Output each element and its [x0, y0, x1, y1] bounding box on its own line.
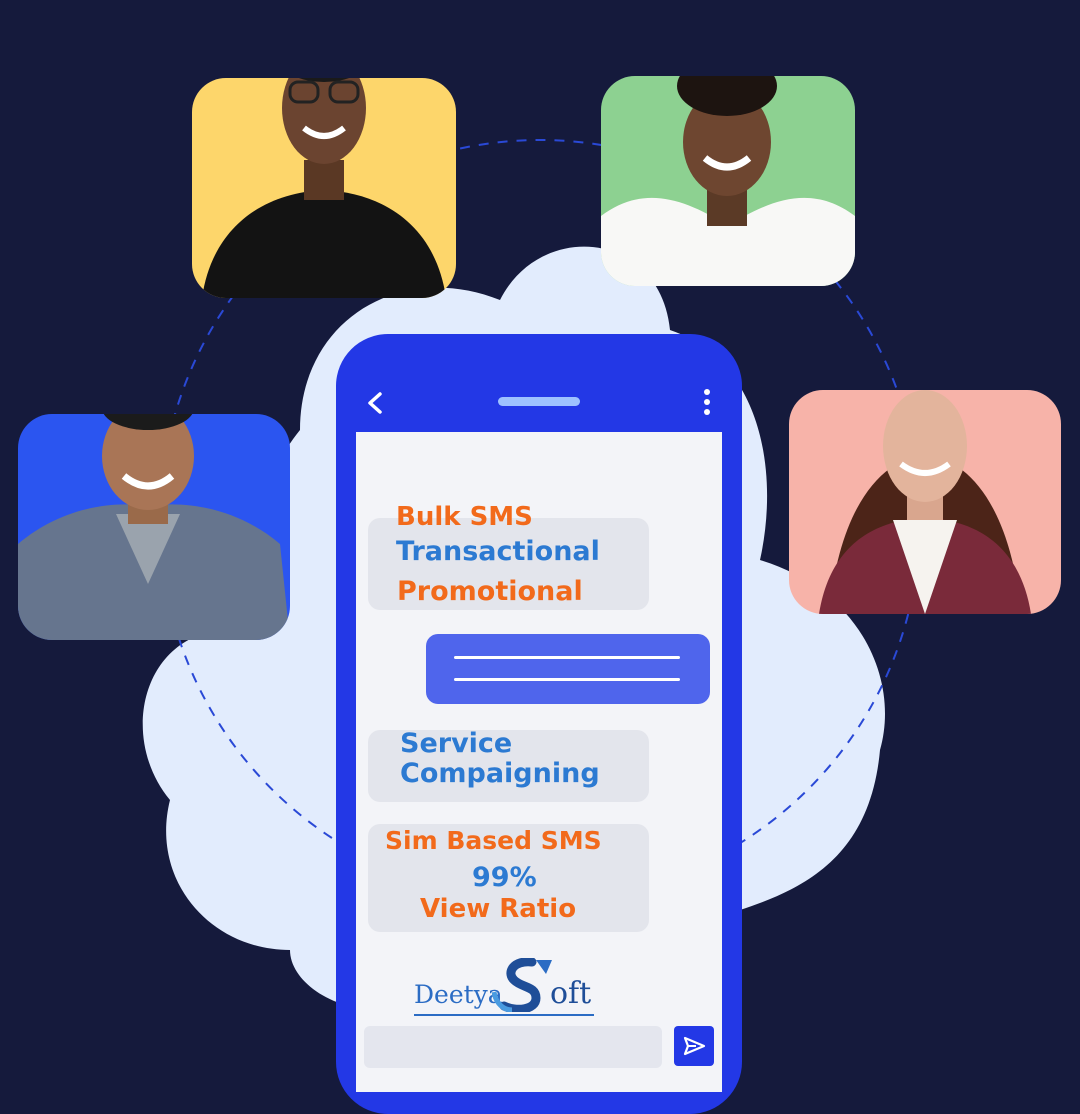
send-button[interactable] [674, 1026, 714, 1066]
avatar-man-glasses [192, 78, 456, 298]
phone-speaker [498, 397, 580, 406]
message-text-compaigning: Compaigning [400, 758, 600, 789]
back-arrow-icon[interactable] [362, 388, 390, 418]
logo-underline [414, 1014, 594, 1016]
message-text-sim-based-sms: Sim Based SMS [385, 826, 602, 855]
message-text-promotional: Promotional [397, 576, 583, 607]
avatar-man-suit [18, 414, 290, 640]
logo-s-mark-icon [492, 958, 552, 1012]
message-text-transactional: Transactional [396, 536, 600, 567]
message-input[interactable] [364, 1026, 662, 1068]
avatar-woman-green [601, 76, 855, 286]
message-text-bulk-sms: Bulk SMS [396, 502, 533, 532]
sent-message-line [454, 656, 680, 659]
send-icon [683, 1036, 706, 1056]
sent-message-bubble [426, 634, 710, 704]
message-text-percentage: 99% [472, 862, 537, 893]
sent-message-line [454, 678, 680, 681]
more-vertical-icon[interactable] [700, 386, 714, 418]
message-text-view-ratio: View Ratio [420, 894, 577, 924]
avatar-woman-pink [789, 390, 1061, 614]
logo-text-oft: oft [550, 976, 592, 1011]
logo-text-deetya: Deetya [414, 980, 503, 1009]
message-text-service: Service [400, 728, 513, 759]
deetyasoft-logo: Deetya oft [414, 958, 600, 1020]
